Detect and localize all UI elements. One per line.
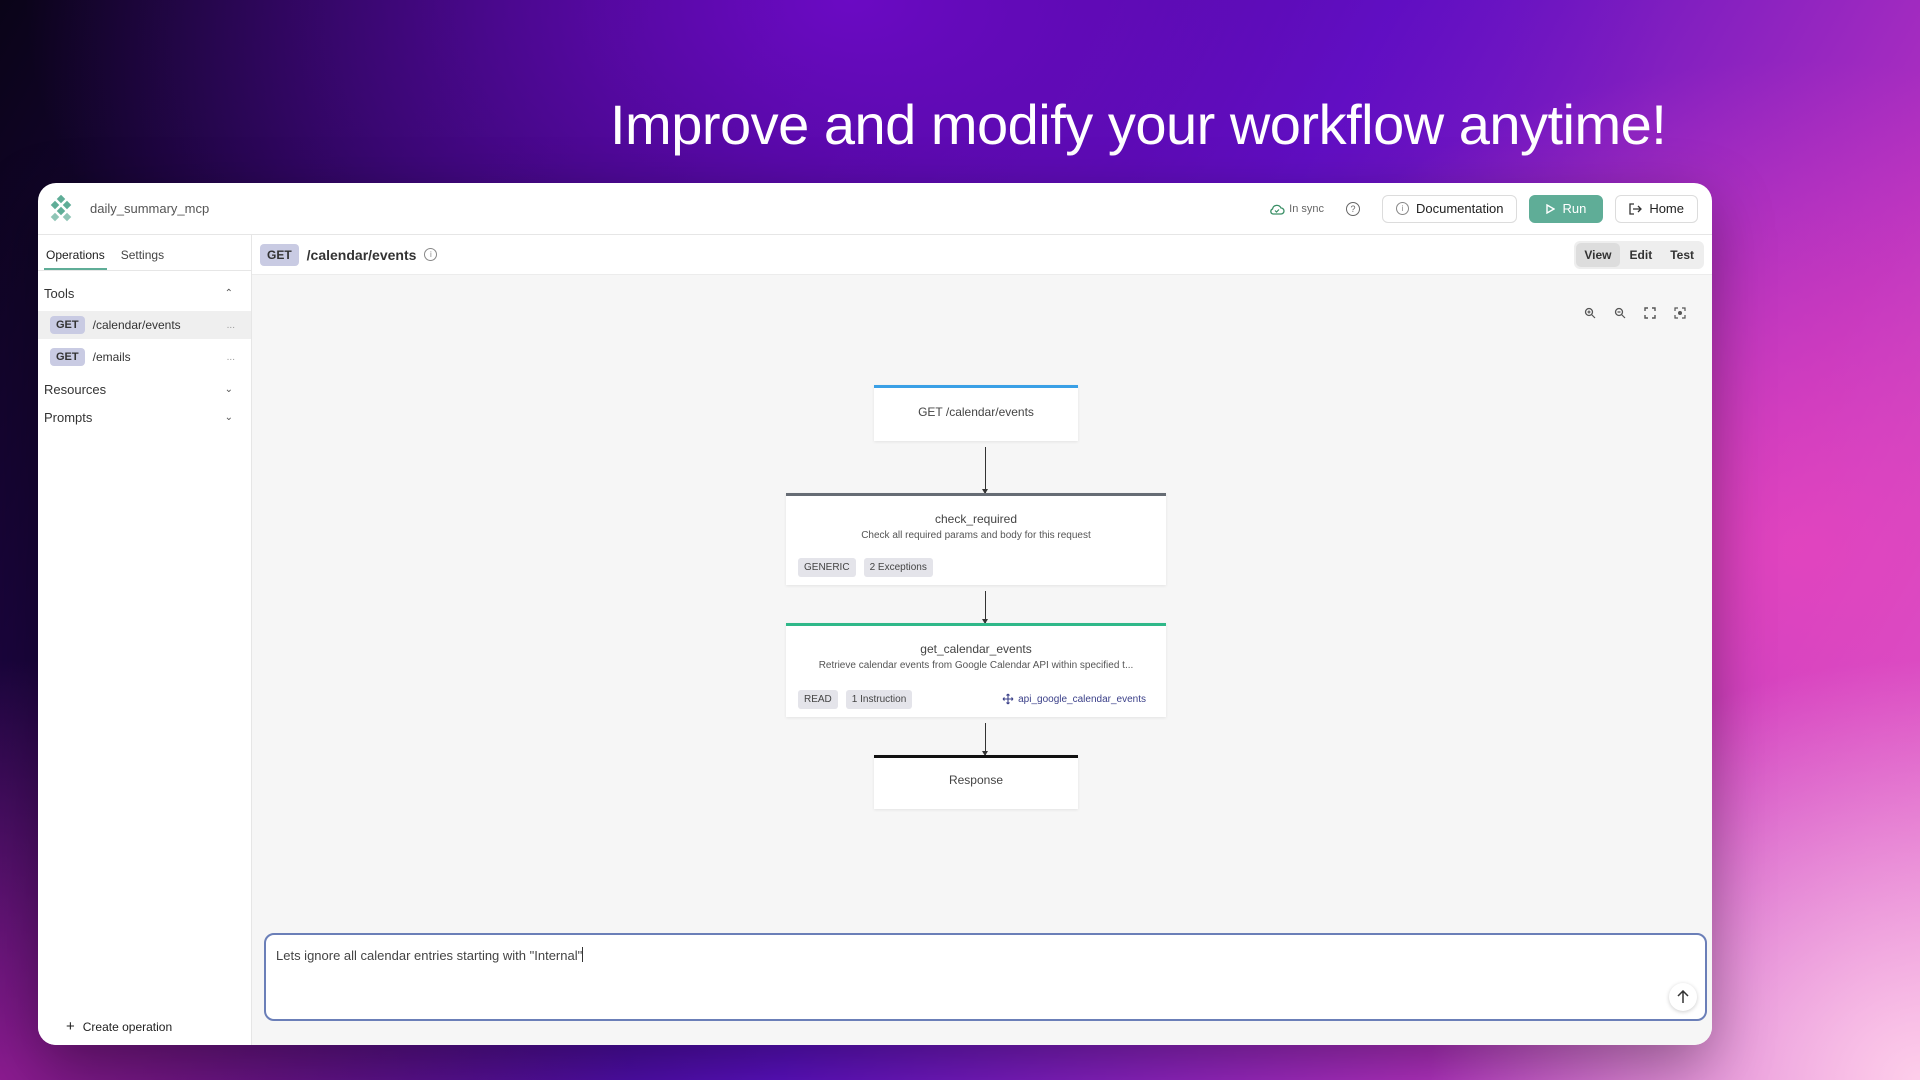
exit-icon <box>1629 202 1643 215</box>
node-label: Response <box>948 773 1004 787</box>
flow-arrow <box>982 591 988 624</box>
sidebar-item-calendar-events[interactable]: GET /calendar/events ... <box>38 311 251 339</box>
sync-label: In sync <box>1289 202 1324 215</box>
zoom-out-icon[interactable] <box>1614 307 1626 319</box>
api-reference[interactable]: api_google_calendar_events <box>1002 693 1146 705</box>
resources-label: Resources <box>44 381 107 397</box>
tools-label: Tools <box>44 285 75 301</box>
method-badge: GET <box>50 348 85 366</box>
type-chip: READ <box>798 690 838 709</box>
play-icon <box>1546 203 1556 214</box>
resources-section-header[interactable]: Resources ⌄ <box>38 375 251 403</box>
move-icon <box>1002 693 1014 705</box>
api-label: api_google_calendar_events <box>1018 693 1146 705</box>
create-operation-label: Create operation <box>82 1019 173 1034</box>
mode-switch: View Edit Test <box>1574 240 1704 269</box>
fit-view-icon[interactable] <box>1644 307 1656 319</box>
chevron-down-icon: ⌄ <box>224 383 233 395</box>
topbar: daily_summary_mcp In sync ? i Documentat… <box>38 183 1712 235</box>
zoom-in-icon[interactable] <box>1584 307 1596 319</box>
documentation-button[interactable]: i Documentation <box>1382 194 1518 223</box>
flow-arrow <box>982 447 988 494</box>
operation-header: GET /calendar/events i View Edit Test <box>252 235 1712 275</box>
flow-node-check-required[interactable]: check_required Check all required params… <box>786 493 1166 585</box>
node-title: get_calendar_events <box>920 642 1032 656</box>
flow-arrow <box>982 723 988 756</box>
tool-path: /calendar/events <box>92 318 181 332</box>
chat-input-value: Lets ignore all calendar entries startin… <box>276 948 583 963</box>
chevron-down-icon: ⌄ <box>224 411 233 423</box>
home-label: Home <box>1649 201 1684 216</box>
app-logo-icon[interactable] <box>46 194 76 224</box>
app-window: daily_summary_mcp In sync ? i Documentat… <box>38 183 1712 1045</box>
info-icon[interactable]: i <box>424 248 438 261</box>
canvas-controls <box>1584 307 1686 319</box>
tab-settings[interactable]: Settings <box>121 248 164 270</box>
flow-node-get-calendar-events[interactable]: get_calendar_events Retrieve calendar ev… <box>786 623 1166 717</box>
tab-operations[interactable]: Operations <box>44 248 107 270</box>
node-description: Check all required params and body for t… <box>861 530 1091 541</box>
tools-section-header[interactable]: Tools ⌃ <box>38 279 251 307</box>
node-label: GET /calendar/events <box>918 405 1034 419</box>
chevron-up-icon: ⌃ <box>224 287 233 299</box>
flow-node-response[interactable]: Response <box>874 755 1078 809</box>
sidebar-tabs: Operations Settings <box>38 235 251 271</box>
node-title: check_required <box>934 512 1018 526</box>
send-button[interactable] <box>1669 983 1697 1011</box>
instruction-chip: 1 Instruction <box>845 690 913 709</box>
create-operation-button[interactable]: + Create operation <box>66 1018 172 1035</box>
run-button[interactable]: Run <box>1529 194 1604 223</box>
text-cursor <box>582 947 584 962</box>
mode-test[interactable]: Test <box>1662 243 1702 267</box>
plus-icon: + <box>66 1018 75 1035</box>
documentation-label: Documentation <box>1416 201 1504 216</box>
help-icon[interactable]: ? <box>1346 201 1360 216</box>
home-button[interactable]: Home <box>1615 194 1698 223</box>
chat-input-text[interactable]: Lets ignore all calendar entries startin… <box>276 947 584 963</box>
prompts-section-header[interactable]: Prompts ⌄ <box>38 403 251 431</box>
prompts-label: Prompts <box>44 409 93 425</box>
app-name: daily_summary_mcp <box>90 201 210 216</box>
sidebar-item-emails[interactable]: GET /emails ... <box>38 343 251 371</box>
route-title: /calendar/events <box>306 246 417 263</box>
sync-status: In sync <box>1269 203 1324 215</box>
flow-node-start[interactable]: GET /calendar/events <box>874 385 1078 441</box>
cloud-check-icon <box>1270 204 1285 215</box>
arrow-up-icon <box>1677 990 1689 1003</box>
exceptions-chip: 2 Exceptions <box>863 558 933 577</box>
node-description: Retrieve calendar events from Google Cal… <box>818 660 1134 671</box>
mode-view[interactable]: View <box>1576 242 1620 267</box>
screenshot-icon[interactable] <box>1674 307 1686 319</box>
tool-path: /emails <box>92 350 131 364</box>
mode-edit[interactable]: Edit <box>1622 243 1661 267</box>
more-icon[interactable]: ... <box>227 352 235 363</box>
run-label: Run <box>1562 201 1587 216</box>
headline: Improve and modify your workflow anytime… <box>610 93 1667 156</box>
info-icon: i <box>1396 202 1409 215</box>
chat-input[interactable]: Lets ignore all calendar entries startin… <box>264 933 1707 1021</box>
type-chip: GENERIC <box>798 558 856 577</box>
method-badge: GET <box>50 316 85 334</box>
more-icon[interactable]: ... <box>227 320 235 331</box>
method-badge: GET <box>260 243 299 266</box>
sidebar: Operations Settings Tools ⌃ GET /calenda… <box>38 235 252 1045</box>
main-panel: GET /calendar/events i View Edit Test GE… <box>252 235 1712 1045</box>
